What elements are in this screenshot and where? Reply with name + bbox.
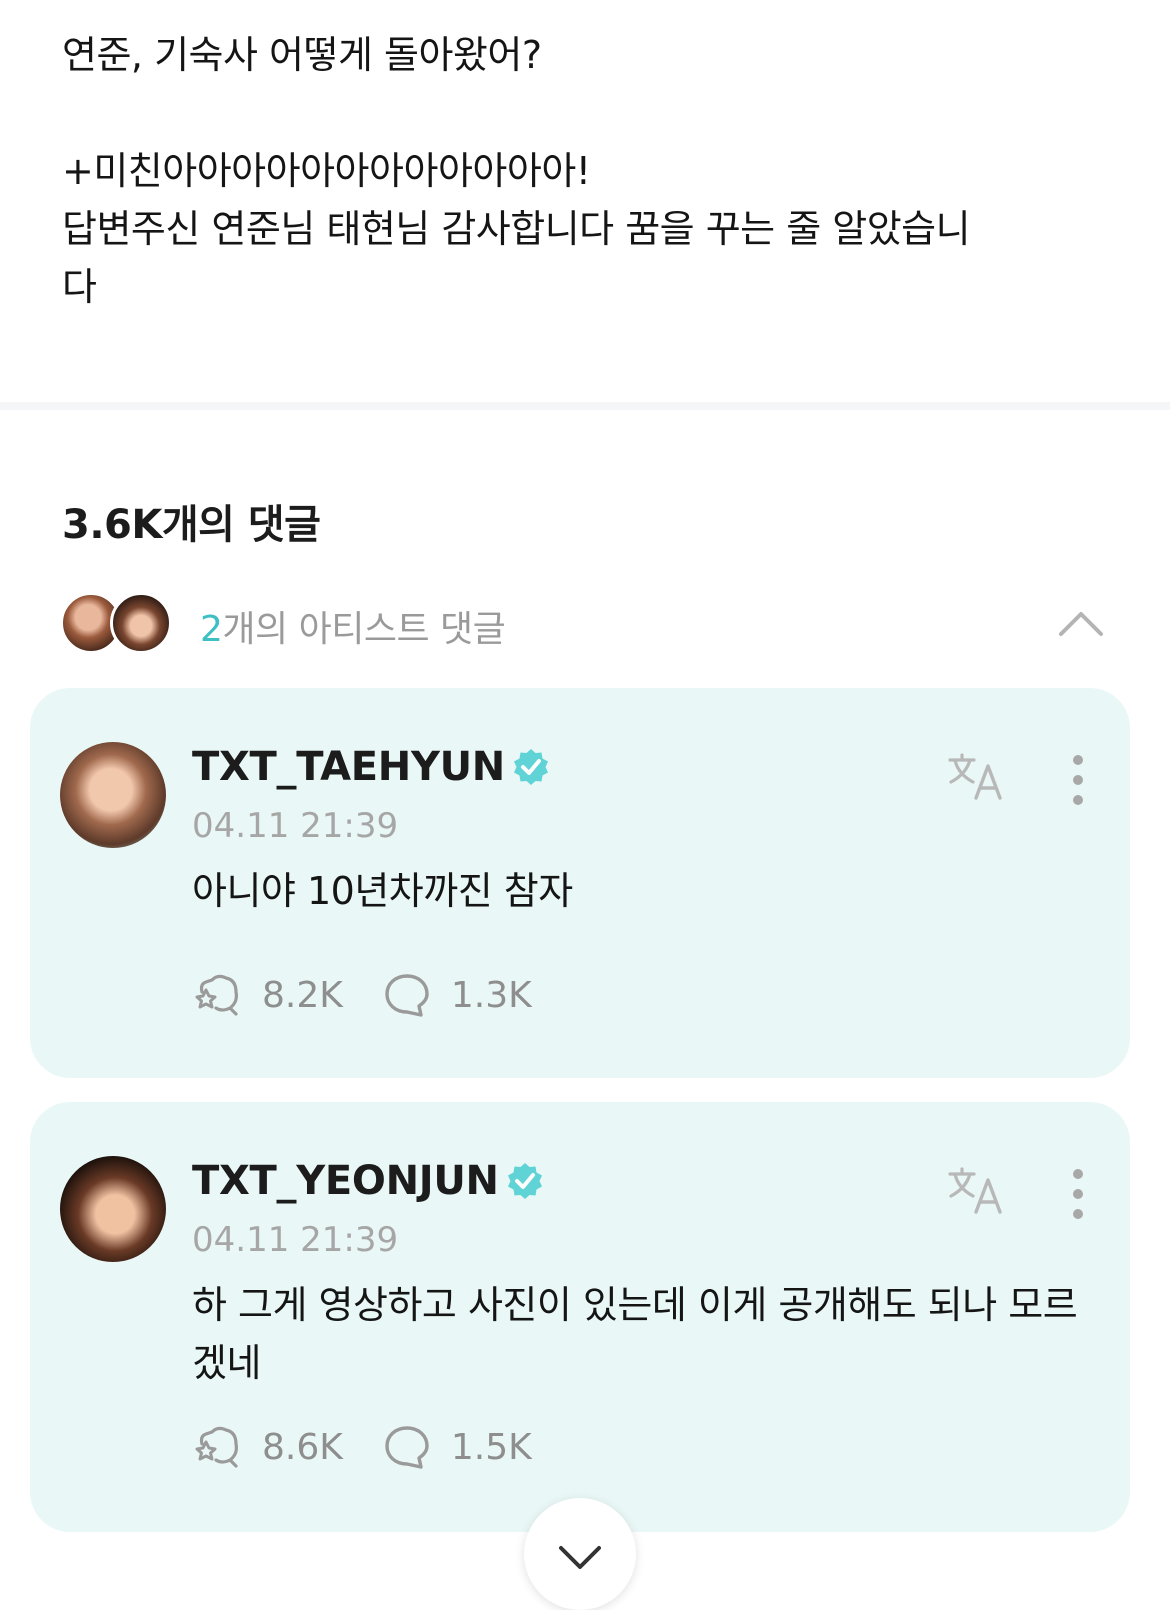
- cheer-icon: [195, 1426, 238, 1468]
- comment-bubble-icon: [385, 974, 429, 1017]
- translate-icon[interactable]: [946, 752, 1008, 802]
- post-text-line: +미친아아아아아아아아아아아아!: [62, 149, 591, 193]
- artist-comments-label: 2개의 아티스트 댓글: [200, 600, 506, 652]
- like-button[interactable]: 8.2K: [192, 972, 343, 1018]
- avatar[interactable]: [60, 742, 166, 848]
- more-options-icon[interactable]: [1066, 754, 1090, 806]
- reply-button[interactable]: 1.5K: [381, 1424, 532, 1470]
- artist-comments-toggle[interactable]: 2개의 아티스트 댓글: [60, 592, 1120, 656]
- comment-timestamp: 04.11 21:39: [192, 1220, 399, 1260]
- comment-bubble-icon: [385, 1426, 429, 1469]
- artist-comment-card: TXT_TAEHYUN 04.11 21:39 아니야 10년차까진 참자 8.…: [30, 688, 1130, 1078]
- chevron-down-icon: [559, 1546, 601, 1569]
- comment-username[interactable]: TXT_TAEHYUN: [192, 744, 505, 790]
- comment-text: 하 그게 영상하고 사진이 있는데 이게 공개해도 되나 모르겠네: [192, 1283, 1078, 1385]
- like-count: 8.6K: [262, 1426, 343, 1468]
- reply-count: 1.3K: [450, 974, 532, 1016]
- comment-timestamp: 04.11 21:39: [192, 806, 399, 846]
- avatar[interactable]: [60, 1156, 166, 1262]
- comment-text: 아니야 10년차까진 참자: [192, 869, 573, 913]
- post-text-line: 연준, 기숙사 어떻게 돌아왔어?: [62, 33, 542, 77]
- post-body: 연준, 기숙사 어떻게 돌아왔어? +미친아아아아아아아아아아아아! 답변주신 …: [0, 0, 1170, 400]
- cheer-icon: [195, 974, 238, 1016]
- verified-badge-icon: [507, 1163, 542, 1199]
- chevron-up-icon[interactable]: [1058, 606, 1104, 640]
- comments-count-title: 3.6K개의 댓글: [62, 502, 321, 548]
- like-count: 8.2K: [262, 974, 343, 1016]
- scroll-down-button[interactable]: [524, 1498, 636, 1610]
- artist-comment-card: TXT_YEONJUN 04.11 21:39 하 그게 영상하고 사진이 있는…: [30, 1102, 1130, 1532]
- post-text-line: 다: [62, 265, 97, 309]
- reply-count: 1.5K: [450, 1426, 532, 1468]
- post-text-line: 답변주신 연준님 태현님 감사합니다 꿈을 꾸는 줄 알았습니: [62, 207, 971, 251]
- comment-username[interactable]: TXT_YEONJUN: [192, 1158, 499, 1204]
- artist-avatar: [110, 592, 172, 654]
- more-options-icon[interactable]: [1066, 1168, 1090, 1220]
- artist-comments-count: 2: [200, 609, 223, 650]
- artist-comments-text: 개의 아티스트 댓글: [222, 609, 506, 650]
- verified-badge-icon: [513, 749, 548, 785]
- section-divider: [0, 402, 1170, 410]
- like-button[interactable]: 8.6K: [192, 1424, 343, 1470]
- reply-button[interactable]: 1.3K: [381, 972, 532, 1018]
- translate-icon[interactable]: [946, 1166, 1008, 1216]
